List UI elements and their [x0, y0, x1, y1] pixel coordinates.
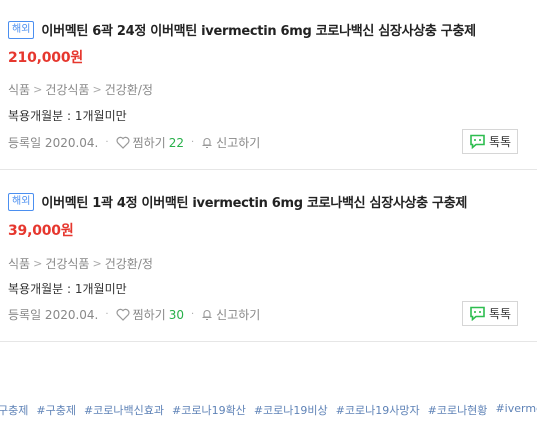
attr-label: 복용개월분 : [8, 109, 75, 123]
separator-dot: · [190, 309, 195, 320]
talktalk-button[interactable]: 톡톡 [462, 129, 518, 154]
overseas-badge: 해외 [8, 20, 35, 39]
heart-icon [116, 308, 130, 321]
category-2[interactable]: 건강식품 [45, 255, 89, 272]
separator-dot: · [105, 137, 109, 148]
hashtag-list: 구충제 #구충제 #코로나백신효과 #코로나19확산 #코로나19비상 #코로나… [0, 402, 537, 418]
chat-bubble-icon [470, 134, 485, 149]
like-button[interactable]: 찜하기 22 [116, 134, 184, 151]
separator-dot: · [105, 309, 109, 320]
report-button[interactable]: 신고하기 [201, 134, 260, 151]
heart-icon [116, 136, 130, 149]
hashtag[interactable]: #코로나현황 [428, 402, 488, 418]
report-label: 신고하기 [216, 308, 261, 322]
attr-label: 복용개월분 : [8, 282, 75, 296]
attr-value: 1개월미만 [74, 109, 127, 123]
category-1[interactable]: 식품 [8, 81, 30, 98]
hashtag[interactable]: #코로나19비상 [254, 402, 328, 418]
attr-value: 1개월미만 [74, 282, 127, 296]
breadcrumb-separator-icon: > [92, 83, 102, 96]
category-breadcrumb: 식품 > 건강식품 > 건강환/정 [8, 81, 153, 98]
category-3[interactable]: 건강환/정 [105, 255, 153, 272]
category-3[interactable]: 건강환/정 [105, 81, 153, 98]
talktalk-label: 톡톡 [488, 307, 512, 321]
product-title[interactable]: 이버멕틴 1곽 4정 이버맥틴 ivermectin 6mg 코로나백신 심장사… [41, 192, 467, 211]
meta-row: 등록일 2020.04. · 찜하기 30 · 신고하기 [8, 306, 260, 323]
bell-icon [202, 138, 212, 149]
report-label: 신고하기 [216, 136, 261, 150]
product-title-row[interactable]: 해외 이버멕틴 1곽 4정 이버맥틴 ivermectin 6mg 코로나백신 … [8, 192, 467, 211]
hashtag[interactable]: 구충제 [0, 402, 28, 418]
talktalk-button[interactable]: 톡톡 [462, 301, 518, 326]
separator-dot: · [190, 137, 195, 148]
dosage-attribute: 복용개월분 : 1개월미만 [8, 280, 127, 297]
product-item: 해외 이버멕틴 1곽 4정 이버맥틴 ivermectin 6mg 코로나백신 … [0, 170, 537, 342]
breadcrumb-separator-icon: > [33, 83, 43, 96]
talktalk-label: 톡톡 [488, 135, 512, 149]
product-price: 210,000원 [8, 50, 84, 66]
category-2[interactable]: 건강식품 [45, 81, 89, 98]
overseas-badge: 해외 [8, 192, 35, 211]
hashtag[interactable]: #구충제 [36, 402, 76, 418]
chat-bubble-icon [470, 306, 485, 321]
report-button[interactable]: 신고하기 [201, 306, 260, 323]
hashtag[interactable]: #코로나19사망자 [336, 402, 420, 418]
dosage-attribute: 복용개월분 : 1개월미만 [8, 107, 127, 124]
bell-icon [202, 310, 212, 321]
category-breadcrumb: 식품 > 건강식품 > 건강환/정 [8, 255, 153, 272]
registration-date: 등록일 2020.04. [8, 308, 99, 322]
hashtag[interactable]: #코로나19확산 [172, 402, 246, 418]
like-label: 찜하기 [132, 308, 166, 322]
hashtag[interactable]: #ivermectin [495, 402, 537, 418]
like-count: 30 [168, 307, 184, 322]
item-divider [0, 341, 537, 342]
breadcrumb-separator-icon: > [33, 257, 43, 270]
meta-row: 등록일 2020.04. · 찜하기 22 · 신고하기 [8, 134, 260, 151]
registration-date: 등록일 2020.04. [8, 136, 99, 150]
product-item: 해외 이버멕틴 6곽 24정 이버맥틴 ivermectin 6mg 코로나백신… [0, 0, 537, 170]
hashtag[interactable]: #코로나백신효과 [84, 402, 164, 418]
product-title-row[interactable]: 해외 이버멕틴 6곽 24정 이버맥틴 ivermectin 6mg 코로나백신… [8, 20, 476, 39]
like-label: 찜하기 [132, 136, 166, 150]
like-button[interactable]: 찜하기 30 [116, 306, 184, 323]
category-1[interactable]: 식품 [8, 255, 30, 272]
product-title[interactable]: 이버멕틴 6곽 24정 이버맥틴 ivermectin 6mg 코로나백신 심장… [41, 20, 476, 39]
like-count: 22 [168, 135, 184, 150]
product-price: 39,000원 [8, 223, 74, 239]
breadcrumb-separator-icon: > [92, 257, 102, 270]
